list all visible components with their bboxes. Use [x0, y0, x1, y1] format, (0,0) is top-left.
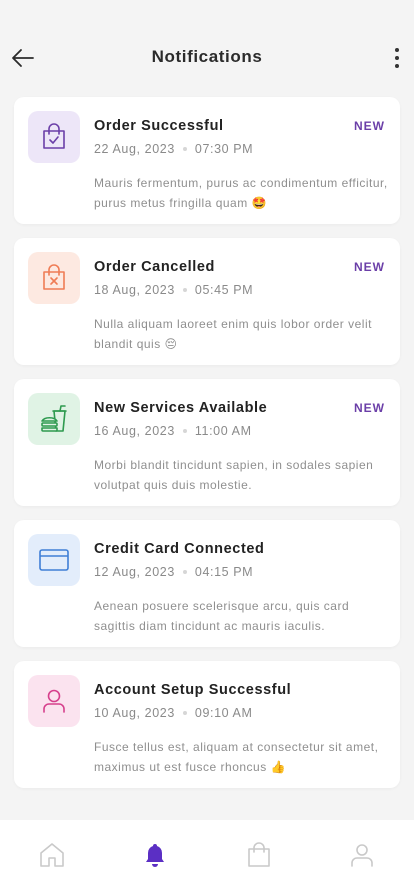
notification-date: 16 Aug, 2023: [94, 424, 175, 438]
nav-notifications-button[interactable]: [135, 835, 175, 875]
shopping-bag-check-icon: [43, 123, 65, 149]
notification-card[interactable]: Account Setup Successful 10 Aug, 2023 09…: [14, 661, 400, 788]
notifications-screen: Notifications Order Successful NEW 22 Au…: [0, 0, 414, 896]
notification-body: Morbi blandit tincidunt sapien, in sodal…: [94, 458, 374, 492]
notification-date: 22 Aug, 2023: [94, 142, 175, 156]
notification-body: Nulla aliquam laoreet enim quis lobor or…: [94, 317, 372, 351]
notification-date: 12 Aug, 2023: [94, 565, 175, 579]
new-badge: NEW: [354, 401, 385, 415]
notification-datetime: 18 Aug, 2023 05:45 PM: [94, 283, 253, 297]
header: Notifications: [0, 0, 414, 98]
notification-datetime: 22 Aug, 2023 07:30 PM: [94, 142, 253, 156]
bottom-navigation: [0, 820, 414, 896]
nav-orders-button[interactable]: [239, 835, 279, 875]
notification-datetime: 16 Aug, 2023 11:00 AM: [94, 424, 252, 438]
notification-list: Order Successful NEW 22 Aug, 2023 07:30 …: [14, 97, 400, 802]
separator-dot: [182, 429, 187, 433]
more-vertical-icon: [395, 48, 399, 52]
notification-icon-box: [28, 393, 80, 445]
separator-dot: [182, 570, 187, 574]
nav-profile-button[interactable]: [342, 835, 382, 875]
separator-dot: [182, 147, 187, 151]
notification-time: 04:15 PM: [194, 565, 254, 579]
notification-title: Account Setup Successful: [94, 682, 292, 698]
notification-card[interactable]: Order Successful NEW 22 Aug, 2023 07:30 …: [14, 97, 400, 224]
notification-title: Credit Card Connected: [94, 541, 265, 557]
food-drink-icon: [41, 405, 67, 432]
notification-time: 09:10 AM: [194, 706, 253, 720]
notification-title: New Services Available: [94, 400, 268, 416]
notification-body: Mauris fermentum, purus ac condimentum e…: [94, 176, 388, 210]
notification-body: Aenean posuere scelerisque arcu, quis ca…: [94, 599, 350, 633]
separator-dot: [182, 711, 187, 715]
nav-home-button[interactable]: [32, 835, 72, 875]
notification-datetime: 10 Aug, 2023 09:10 AM: [94, 706, 253, 720]
notification-time: 07:30 PM: [194, 142, 254, 156]
shopping-bag-icon: [247, 842, 270, 867]
notification-card[interactable]: Credit Card Connected 12 Aug, 2023 04:15…: [14, 520, 400, 647]
new-badge: NEW: [354, 119, 385, 133]
page-title: Notifications: [151, 47, 263, 66]
bell-icon: [146, 844, 165, 867]
user-icon: [43, 689, 65, 713]
notification-card[interactable]: New Services Available NEW 16 Aug, 2023 …: [14, 379, 400, 506]
home-icon: [39, 843, 64, 867]
notification-datetime: 12 Aug, 2023 04:15 PM: [94, 565, 253, 579]
more-options-button[interactable]: [390, 46, 404, 70]
notification-title: Order Successful: [94, 118, 224, 134]
notification-time: 11:00 AM: [194, 424, 252, 438]
notification-title: Order Cancelled: [94, 259, 216, 275]
credit-card-icon: [39, 549, 69, 571]
notification-icon-box: [28, 111, 80, 163]
notification-body: Fusce tellus est, aliquam at consectetur…: [94, 740, 379, 774]
notification-time: 05:45 PM: [194, 283, 254, 297]
notification-icon-box: [28, 534, 80, 586]
separator-dot: [182, 288, 187, 292]
notification-icon-box: [28, 252, 80, 304]
notification-icon-box: [28, 675, 80, 727]
notification-date: 18 Aug, 2023: [94, 283, 175, 297]
notification-date: 10 Aug, 2023: [94, 706, 175, 720]
notification-card[interactable]: Order Cancelled NEW 18 Aug, 2023 05:45 P…: [14, 238, 400, 365]
new-badge: NEW: [354, 260, 385, 274]
shopping-bag-x-icon: [43, 264, 65, 290]
profile-icon: [351, 844, 374, 867]
